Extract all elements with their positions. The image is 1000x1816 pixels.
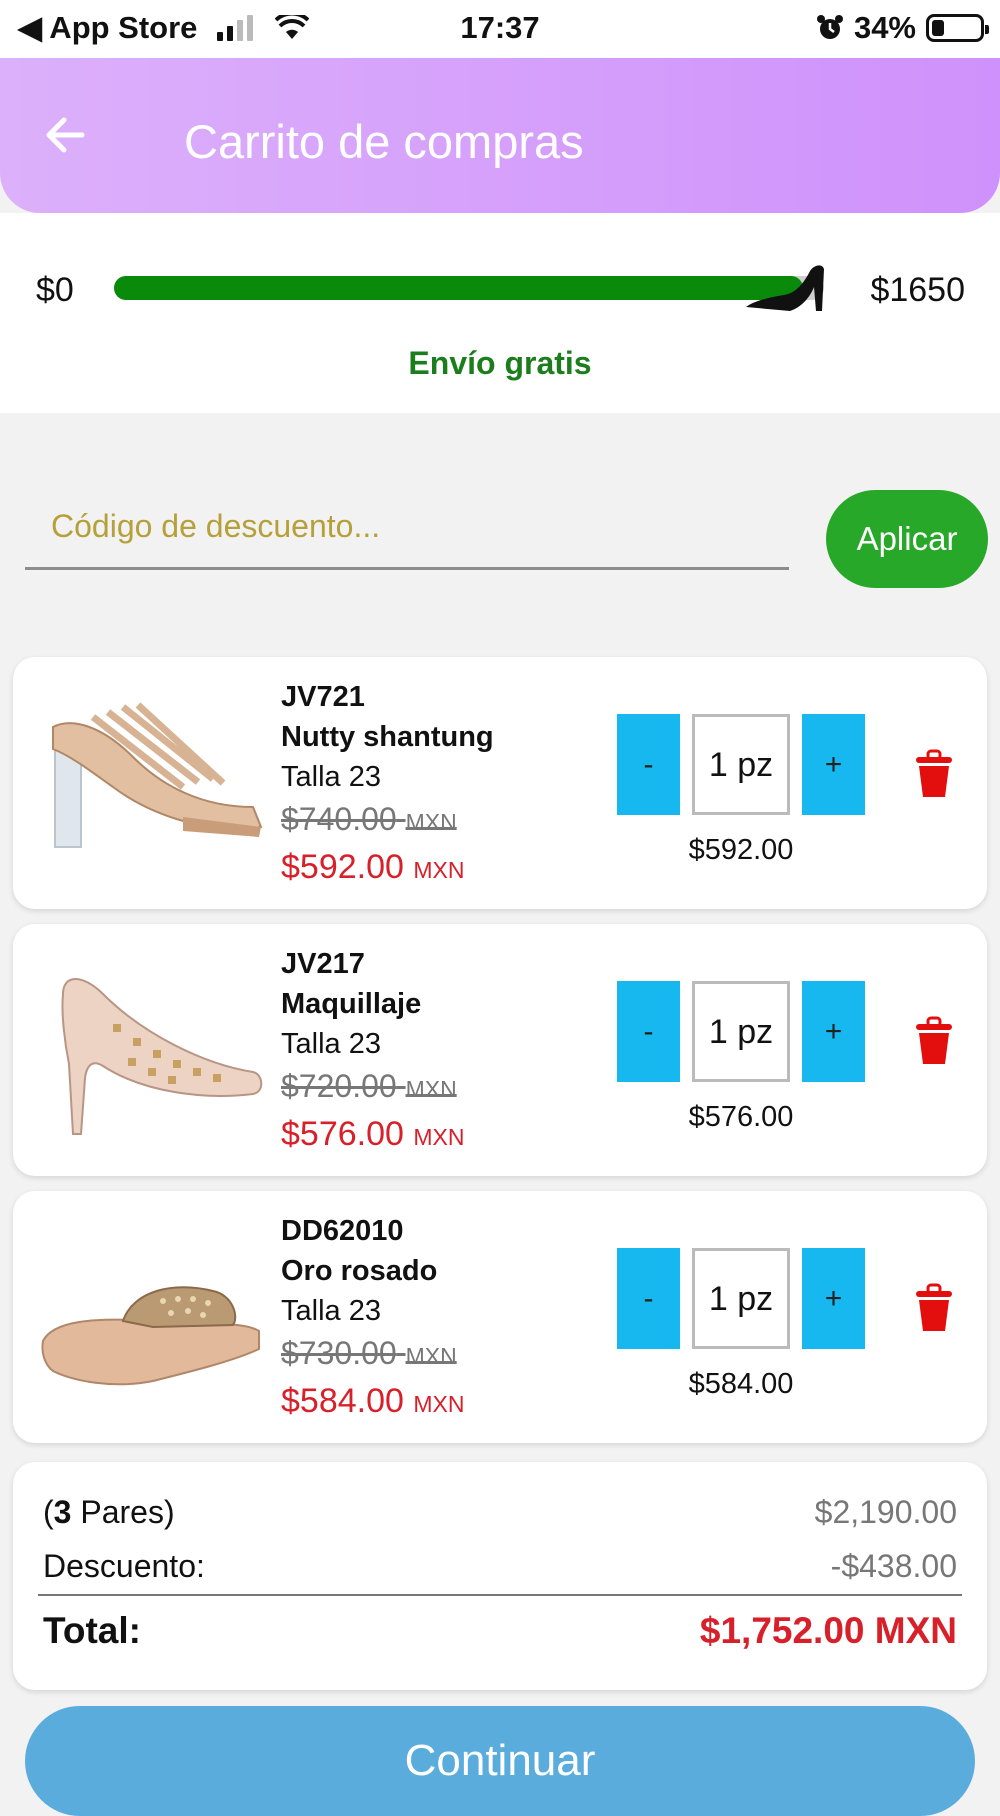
pairs-label: (3 Pares) <box>43 1494 175 1530</box>
quantity-field[interactable]: 1 pz <box>692 1248 790 1349</box>
item-line-total: $576.00 <box>688 1101 794 1133</box>
pairs-row: (3 Pares) $2,190.00 <box>43 1494 957 1531</box>
summary-divider <box>38 1594 962 1596</box>
total-label: Total: <box>43 1610 141 1651</box>
item-info: JV721 Nutty shantung Talla 23 $740.00 MX… <box>281 677 611 893</box>
continue-button[interactable]: Continuar <box>25 1706 975 1816</box>
item-code: DD62010 <box>281 1215 404 1247</box>
trash-icon[interactable] <box>914 1283 954 1333</box>
discount-value: -$438.00 <box>830 1548 957 1584</box>
status-bar: ◀ App Store 17:37 34% <box>0 0 1000 58</box>
high-heel-icon <box>746 265 824 311</box>
free-shipping-message: Envío gratis <box>408 345 592 381</box>
progress-fill <box>114 276 803 300</box>
item-original-price: $740.00 MXN <box>281 801 457 837</box>
quantity-field[interactable]: 1 pz <box>692 981 790 1082</box>
item-name: Nutty shantung <box>281 721 494 753</box>
item-code: JV721 <box>281 681 365 713</box>
cart-item: JV721 Nutty shantung Talla 23 $740.00 MX… <box>13 657 987 909</box>
cart-item: DD62010 Oro rosado Talla 23 $730.00 MXN … <box>13 1191 987 1443</box>
increase-quantity-button[interactable]: + <box>802 1248 865 1349</box>
page-title: Carrito de compras <box>184 115 584 168</box>
item-size: Talla 23 <box>281 761 381 793</box>
item-size: Talla 23 <box>281 1028 381 1060</box>
discount-row: Descuento: -$438.00 <box>43 1548 957 1585</box>
item-line-total: $584.00 <box>688 1368 794 1400</box>
status-right: 34% <box>816 10 989 46</box>
decrease-quantity-button[interactable]: - <box>617 1248 680 1349</box>
item-code: JV217 <box>281 948 365 980</box>
product-image-sandal <box>52 702 263 848</box>
item-sale-price: $576.00 MXN <box>281 1115 465 1153</box>
free-shipping-progress: $0 $1650 Envío gratis <box>0 213 1000 413</box>
alarm-icon <box>816 15 843 39</box>
item-name: Maquillaje <box>281 988 422 1020</box>
item-original-price: $730.00 MXN <box>281 1335 457 1371</box>
item-sale-price: $584.00 MXN <box>281 1382 465 1420</box>
increase-quantity-button[interactable]: + <box>802 714 865 815</box>
item-original-price: $720.00 MXN <box>281 1068 457 1104</box>
item-size: Talla 23 <box>281 1295 381 1327</box>
order-summary: (3 Pares) $2,190.00 Descuento: -$438.00 … <box>13 1462 987 1690</box>
discount-label: Descuento: <box>43 1548 205 1584</box>
total-value: $1,752.00 MXN <box>699 1610 957 1651</box>
item-info: DD62010 Oro rosado Talla 23 $730.00 MXN … <box>281 1211 611 1427</box>
trash-icon[interactable] <box>914 1016 954 1066</box>
product-image-pump <box>61 978 263 1135</box>
battery-percent: 34% <box>853 10 916 45</box>
item-info: JV217 Maquillaje Talla 23 $720.00 MXN $5… <box>281 944 611 1160</box>
quantity-field[interactable]: 1 pz <box>692 714 790 815</box>
progress-min-label: $0 <box>36 271 74 309</box>
discount-code-input[interactable] <box>25 486 789 570</box>
decrease-quantity-button[interactable]: - <box>617 981 680 1082</box>
total-row: Total: $1,752.00 MXN <box>43 1610 957 1652</box>
subtotal-value: $2,190.00 <box>814 1494 957 1530</box>
progress-max-label: $1650 <box>870 271 965 309</box>
decrease-quantity-button[interactable]: - <box>617 714 680 815</box>
item-name: Oro rosado <box>281 1255 438 1287</box>
cart-item: JV217 Maquillaje Talla 23 $720.00 MXN $5… <box>13 924 987 1176</box>
trash-icon[interactable] <box>914 749 954 799</box>
product-image-wedge <box>41 1286 260 1386</box>
battery-icon <box>926 14 989 42</box>
progress-track <box>114 276 824 300</box>
item-sale-price: $592.00 MXN <box>281 848 465 886</box>
item-line-total: $592.00 <box>688 834 794 866</box>
apply-discount-button[interactable]: Aplicar <box>826 490 988 588</box>
app-header: Carrito de compras <box>0 58 1000 213</box>
back-arrow-icon[interactable] <box>40 110 90 160</box>
increase-quantity-button[interactable]: + <box>802 981 865 1082</box>
